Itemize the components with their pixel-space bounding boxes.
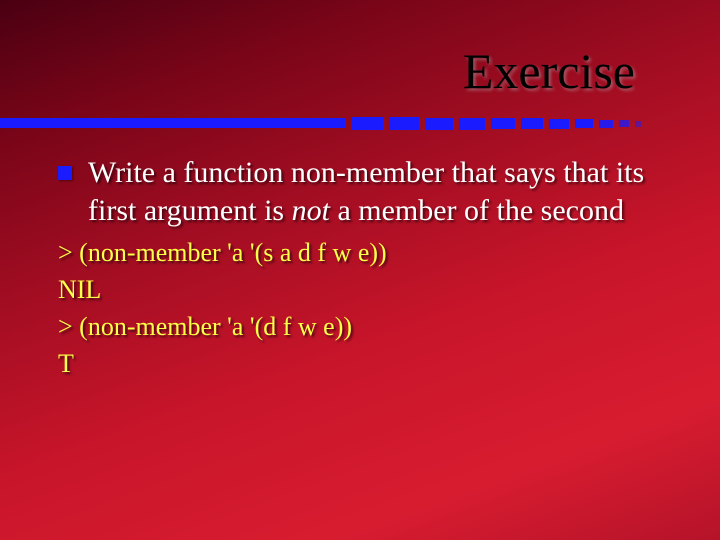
ruler-square (549, 119, 569, 129)
code-line: NIL (58, 272, 670, 309)
code-line: T (58, 346, 670, 383)
ruler-bar (0, 118, 345, 128)
bullet-text: Write a function non-member that says th… (88, 154, 670, 229)
bullet-text-post: a member of the second (330, 194, 624, 227)
ruler-square (459, 118, 485, 130)
bullet-icon (58, 166, 72, 180)
decorative-ruler (0, 114, 720, 132)
ruler-square (425, 118, 453, 130)
code-block: > (non-member 'a '(s a d f w e)) NIL > (… (58, 235, 670, 383)
ruler-square (351, 117, 383, 130)
bullet-text-emph: not (292, 194, 330, 227)
ruler-square (619, 120, 629, 127)
ruler-square (521, 118, 543, 129)
ruler-squares (351, 117, 641, 130)
slide: Exercise Write a function non-member tha… (0, 0, 720, 540)
code-line: > (non-member 'a '(s a d f w e)) (58, 235, 670, 272)
ruler-square (575, 119, 593, 128)
ruler-square (491, 118, 515, 129)
ruler-square (389, 117, 419, 130)
code-line: > (non-member 'a '(d f w e)) (58, 309, 670, 346)
slide-content: Write a function non-member that says th… (58, 154, 670, 383)
ruler-square (599, 120, 613, 128)
ruler-square (635, 121, 641, 127)
slide-title: Exercise (463, 42, 635, 100)
bullet-item: Write a function non-member that says th… (58, 154, 670, 229)
